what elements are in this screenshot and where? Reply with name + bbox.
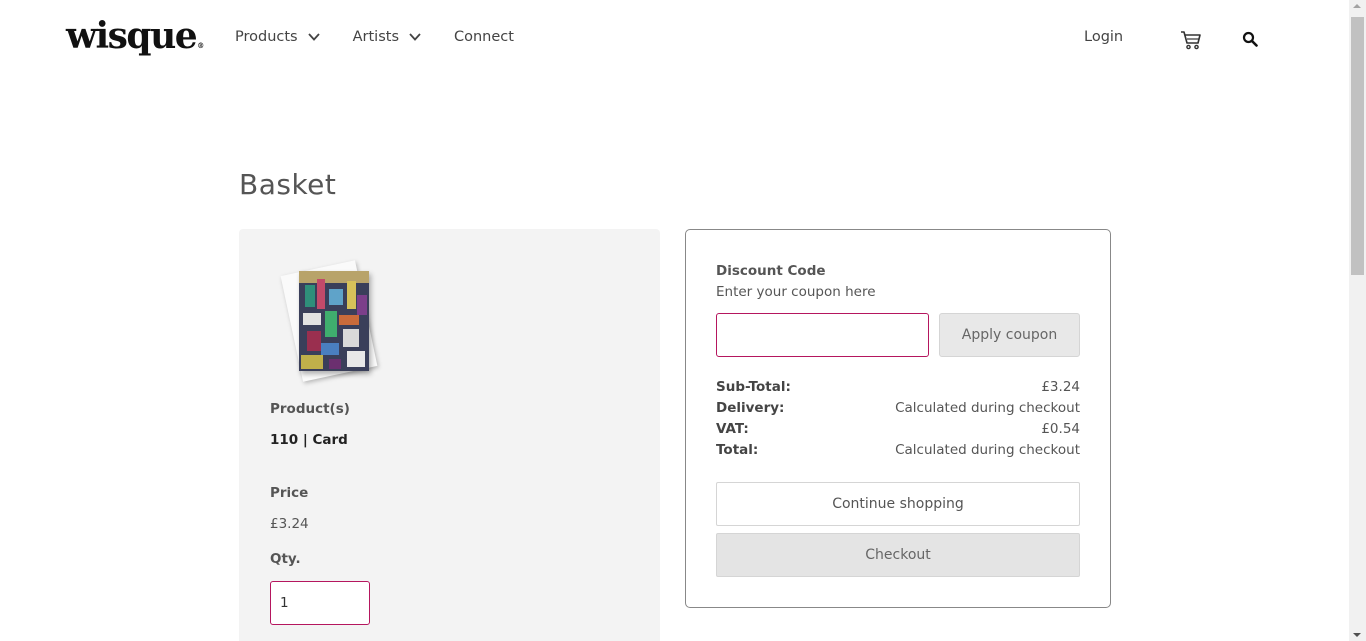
product-name: 110 | Card xyxy=(270,432,348,448)
row-label: Delivery: xyxy=(716,400,785,416)
checkout-button[interactable]: Checkout xyxy=(716,533,1080,577)
coupon-input[interactable] xyxy=(716,313,929,357)
search-icon[interactable] xyxy=(1242,31,1258,47)
login-link[interactable]: Login xyxy=(1084,29,1123,45)
totals-table: Sub-Total: £3.24 Delivery: Calculated du… xyxy=(716,379,1080,463)
nav-item-products[interactable]: Products xyxy=(235,29,321,45)
card-artwork-image xyxy=(299,271,369,371)
row-label: Sub-Total: xyxy=(716,379,791,395)
chevron-down-icon xyxy=(409,33,421,41)
nav-item-artists[interactable]: Artists xyxy=(353,29,422,45)
nav-item-label: Products xyxy=(235,29,298,45)
row-label: Total: xyxy=(716,442,759,458)
main-nav: Products Artists Connect xyxy=(235,29,546,45)
vertical-scrollbar[interactable] xyxy=(1349,0,1366,641)
nav-item-connect[interactable]: Connect xyxy=(454,29,514,45)
row-value: £0.54 xyxy=(1041,421,1080,437)
subtotal-row: Sub-Total: £3.24 xyxy=(716,379,1080,400)
site-header: wisque® Products Artists Connect Login xyxy=(0,0,1349,80)
registered-mark: ® xyxy=(197,41,205,50)
apply-coupon-button[interactable]: Apply coupon xyxy=(939,313,1080,357)
basket-item-panel: Product(s) 110 | Card Price £3.24 Qty. 1 xyxy=(239,229,660,641)
qty-label: Qty. xyxy=(270,551,301,567)
scrollbar-thumb[interactable] xyxy=(1351,17,1364,275)
row-value: Calculated during checkout xyxy=(895,442,1080,458)
cart-icon[interactable] xyxy=(1180,29,1202,51)
discount-code-hint: Enter your coupon here xyxy=(716,284,876,300)
order-summary-panel: Discount Code Enter your coupon here App… xyxy=(685,229,1111,608)
row-label: VAT: xyxy=(716,421,749,437)
row-value: £3.24 xyxy=(1041,379,1080,395)
delivery-row: Delivery: Calculated during checkout xyxy=(716,400,1080,421)
quantity-input[interactable]: 1 xyxy=(270,581,370,625)
chevron-down-icon xyxy=(307,33,320,41)
discount-code-title: Discount Code xyxy=(716,263,826,279)
price-label: Price xyxy=(270,485,309,501)
scroll-up-arrow-icon[interactable] xyxy=(1353,4,1361,8)
nav-item-label: Connect xyxy=(454,29,514,45)
product-thumbnail[interactable] xyxy=(280,260,385,382)
products-label: Product(s) xyxy=(270,401,350,417)
wisque-logo[interactable]: wisque® xyxy=(66,14,204,58)
price-value: £3.24 xyxy=(270,516,309,532)
nav-item-label: Artists xyxy=(352,29,399,45)
total-row: Total: Calculated during checkout xyxy=(716,442,1080,463)
vat-row: VAT: £0.54 xyxy=(716,421,1080,442)
row-value: Calculated during checkout xyxy=(895,400,1080,416)
continue-shopping-button[interactable]: Continue shopping xyxy=(716,482,1080,526)
logo-text: wisque xyxy=(66,15,198,57)
page-title: Basket xyxy=(239,168,337,201)
scroll-down-arrow-icon[interactable] xyxy=(1353,633,1361,637)
